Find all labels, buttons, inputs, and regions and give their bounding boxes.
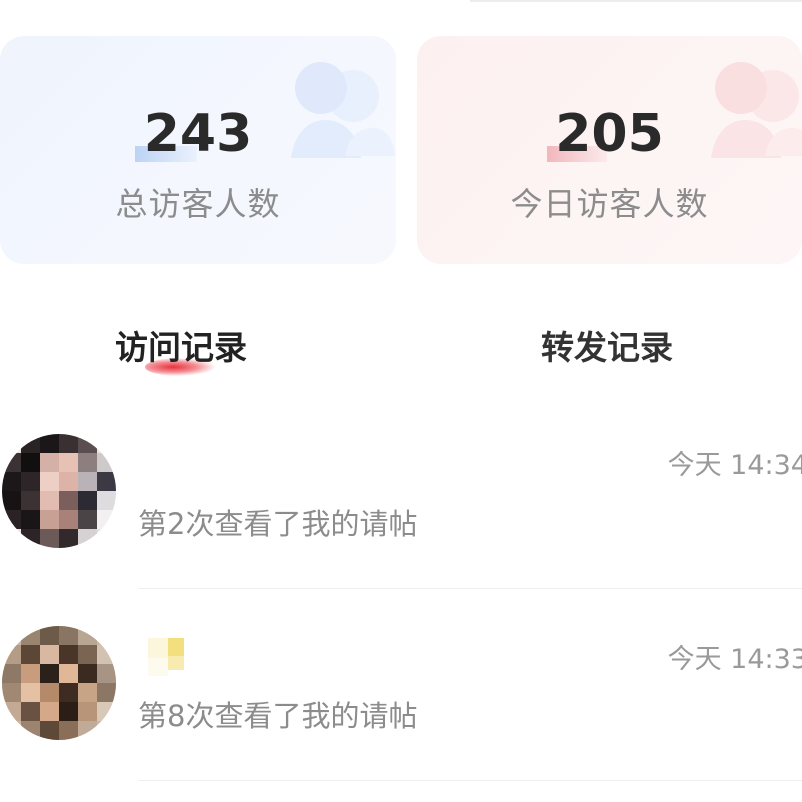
row-divider [138,780,802,781]
list-item[interactable]: 今天 14:34 第2次查看了我的请帖 [0,420,802,610]
total-visitors-count: 243 [143,104,253,164]
visit-time: 今天 14:34 [667,450,802,481]
visit-time: 今天 14:33 [667,644,802,675]
total-visitors-card[interactable]: 243 总访客人数 [0,36,396,264]
tab-visit-records[interactable]: 访问记录 [115,320,247,376]
record-tabs: 访问记录 转发记录 [0,320,802,390]
top-divider [470,0,802,2]
list-item[interactable]: 今天 14:33 第8次查看了我的请帖 [0,612,802,802]
avatar[interactable] [2,434,116,548]
today-visitors-count: 205 [555,104,664,164]
today-visitors-card[interactable]: 205 今日访客人数 [417,36,802,264]
total-visitors-label: 总访客人数 [115,185,281,223]
visit-description: 第8次查看了我的请帖 [138,699,418,733]
visit-description: 第2次查看了我的请帖 [138,507,418,541]
row-divider [138,588,802,589]
today-visitors-label: 今日访客人数 [510,185,709,223]
avatar[interactable] [2,626,116,740]
name-placeholder [148,638,184,676]
tab-forward-records[interactable]: 转发记录 [541,320,673,376]
